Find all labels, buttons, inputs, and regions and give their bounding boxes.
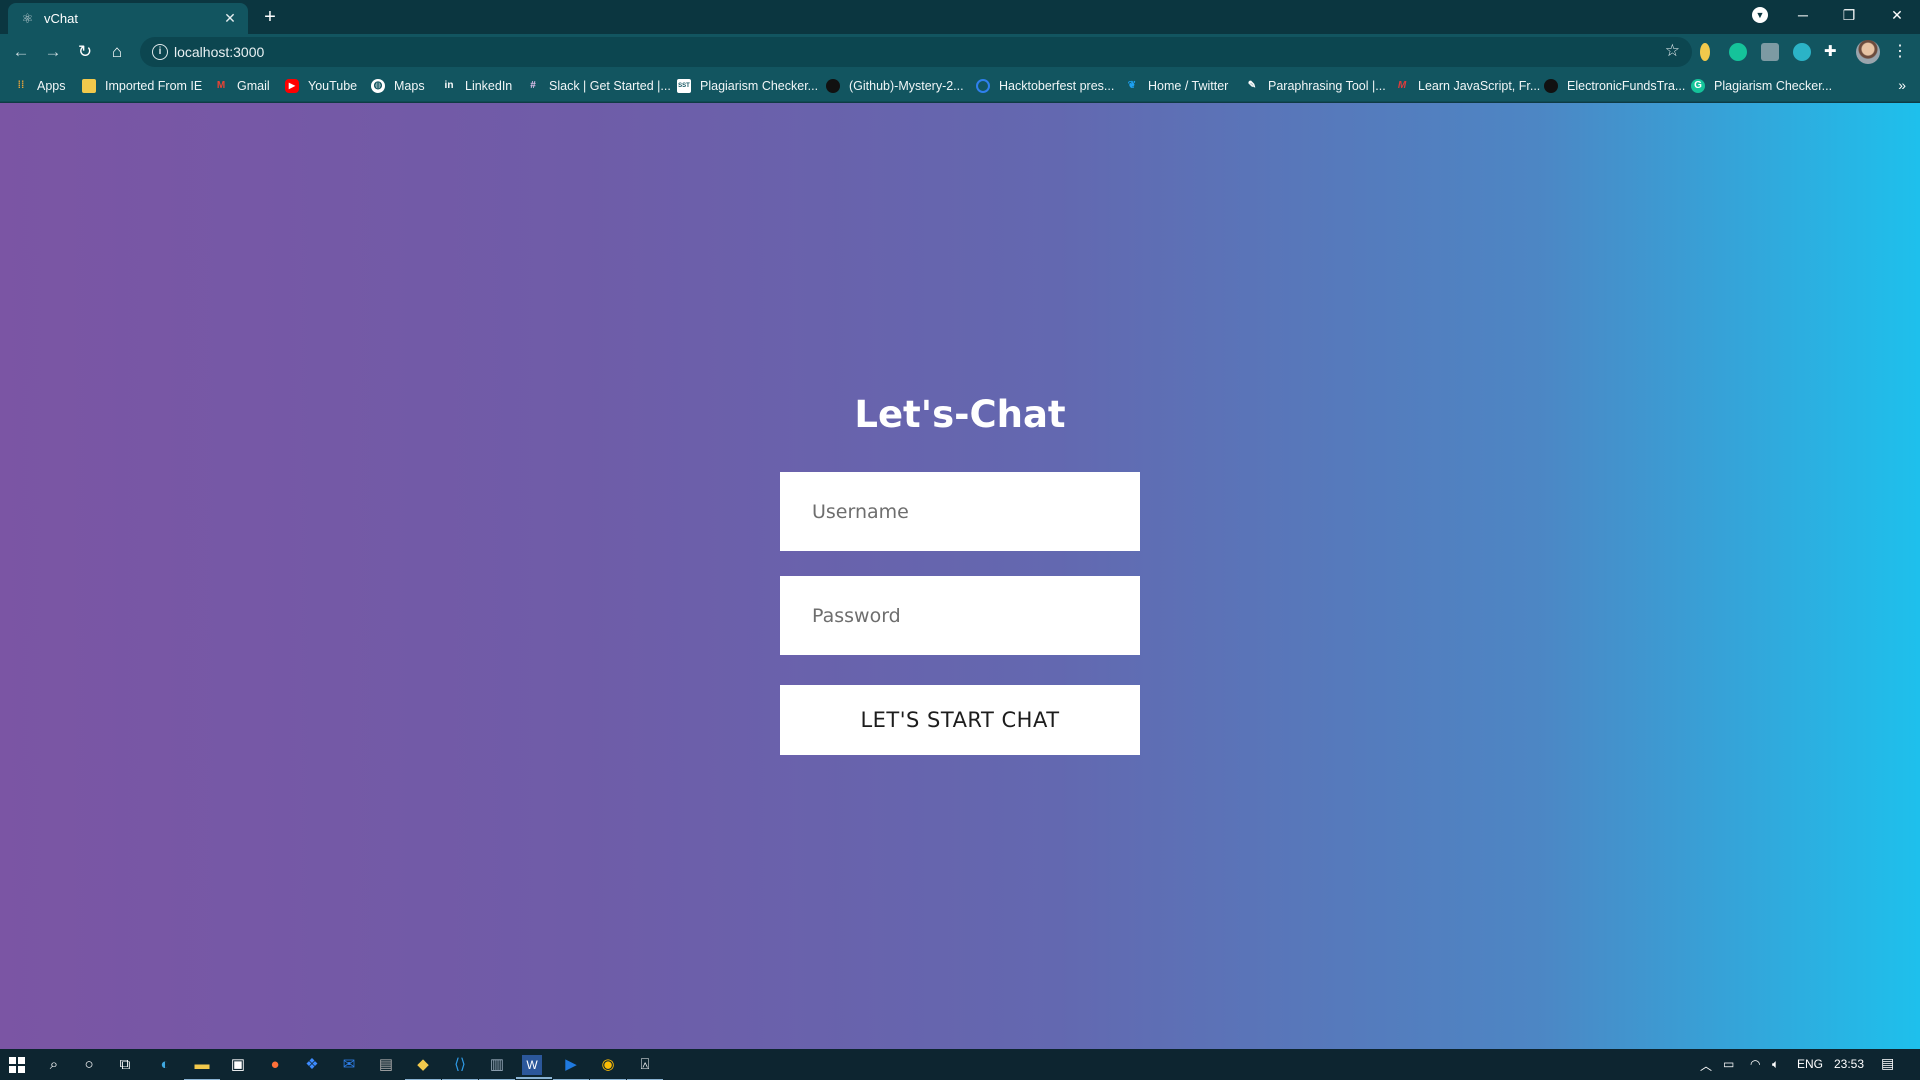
cortana-icon[interactable]: ○ (77, 1053, 101, 1077)
firefox-icon[interactable]: ● (263, 1053, 287, 1077)
tab-strip: ⚛ vChat ✕ + ▼ ─ ❐ ✕ (0, 0, 1920, 34)
password-input[interactable] (780, 576, 1140, 655)
windows-taskbar: ⌕ ○ ⧉ ◐ ▬ ▣ ● ❖ ✉ ▤ ◆ ⟨⟩ ▥ W ▶ ◉ ⍓ ︿ ▭ ◠… (0, 1049, 1920, 1080)
back-arrow-icon[interactable]: ← (9, 40, 33, 64)
new-tab-button[interactable]: + (258, 5, 282, 29)
bookmark-item[interactable]: ❦ Home / Twitter (1125, 70, 1229, 102)
apps-grid-icon: ⁞⁞ (17, 80, 25, 91)
notepad-icon[interactable]: ▥ (479, 1053, 515, 1080)
bookmark-star-icon[interactable]: ☆ (1665, 41, 1680, 61)
address-bar[interactable]: i localhost:3000 ☆ (140, 37, 1692, 67)
bookmark-item[interactable]: (Github)-Mystery-2... (826, 70, 964, 102)
bookmark-item[interactable]: ▶ YouTube (285, 70, 357, 102)
codecademy-icon: M (1397, 80, 1407, 91)
browser-toolbar: ← → ↻ ⌂ i localhost:3000 ☆ ✚ ⋮ (0, 34, 1920, 70)
word-icon[interactable]: W (516, 1055, 552, 1079)
gmail-icon: M (216, 80, 226, 91)
tray-overflow-icon[interactable]: ︿ (1700, 1057, 1712, 1074)
username-input[interactable] (780, 472, 1140, 551)
close-window-button[interactable]: ✕ (1874, 0, 1920, 30)
hacktoberfest-icon (976, 79, 990, 93)
extension-icon-2[interactable] (1793, 43, 1811, 61)
dropbox-icon[interactable]: ❖ (300, 1053, 324, 1077)
tab-search-icon[interactable]: ▼ (1752, 7, 1768, 23)
folder-icon (82, 79, 96, 93)
bookmark-item[interactable]: SST Plagiarism Checker... (677, 70, 818, 102)
app-icon[interactable]: ⍓ (627, 1053, 663, 1080)
reload-icon[interactable]: ↻ (73, 40, 97, 64)
wifi-icon[interactable]: ◠ (1750, 1057, 1760, 1071)
bookmark-item[interactable]: Hacktoberfest pres... (976, 70, 1114, 102)
bookmark-item[interactable]: M Learn JavaScript, Fr... (1395, 70, 1540, 102)
menu-kebab-icon[interactable]: ⋮ (1892, 42, 1908, 62)
grammarly-extension-icon[interactable] (1729, 43, 1747, 61)
tab-title: vChat (44, 11, 78, 26)
volume-icon[interactable]: 🔈︎ (1772, 1057, 1779, 1072)
bookmarks-bar: ⁞⁞ Apps Imported From IE M Gmail ▶ YouTube … (0, 70, 1920, 102)
bookmark-item[interactable]: # Slack | Get Started |... (526, 70, 671, 102)
bookmark-item[interactable]: ✎ Paraphrasing Tool |... (1245, 70, 1386, 102)
store-icon[interactable]: ▣ (226, 1053, 250, 1077)
bookmark-item[interactable]: Imported From IE (82, 70, 202, 102)
globe-icon: ◍ (371, 79, 385, 93)
feather-icon: ✎ (1247, 80, 1257, 91)
react-favicon-icon: ⚛ (21, 11, 34, 26)
bookmark-item[interactable]: ⁞⁞ Apps (14, 70, 66, 102)
home-icon[interactable]: ⌂ (105, 40, 129, 64)
battery-icon[interactable]: ▭ (1723, 1057, 1734, 1071)
task-view-icon[interactable]: ⧉ (113, 1053, 137, 1077)
edge-icon[interactable]: ◐ (153, 1053, 177, 1077)
minimize-button[interactable]: ─ (1780, 0, 1826, 30)
avatar[interactable] (1856, 40, 1880, 64)
extension-icon[interactable] (1700, 43, 1710, 61)
vscode-icon[interactable]: ⟨⟩ (442, 1053, 478, 1080)
copy-extension-icon[interactable] (1761, 43, 1779, 61)
windows-start-icon[interactable] (9, 1057, 25, 1073)
bookmark-item[interactable]: ◍ Maps (371, 70, 425, 102)
twitter-icon: ❦ (1127, 80, 1137, 91)
bookmarks-overflow-icon[interactable]: » (1898, 77, 1906, 93)
github-icon (826, 79, 840, 93)
notifications-icon[interactable]: ▤ (1881, 1055, 1894, 1072)
tab-vchat[interactable]: ⚛ vChat ✕ (8, 3, 248, 34)
epic-games-icon[interactable]: ▤ (374, 1053, 398, 1077)
bookmark-item[interactable]: G Plagiarism Checker... (1691, 70, 1832, 102)
language-indicator[interactable]: ENG (1797, 1057, 1823, 1071)
bookmark-item[interactable]: ElectronicFundsTra... (1544, 70, 1685, 102)
video-editor-icon[interactable]: ▶ (553, 1053, 589, 1080)
start-chat-button[interactable]: LET'S START CHAT (780, 685, 1140, 755)
extensions-puzzle-icon[interactable]: ✚ (1824, 42, 1837, 60)
bookmark-item[interactable]: M Gmail (214, 70, 270, 102)
github-icon (1544, 79, 1558, 93)
restore-button[interactable]: ❐ (1826, 0, 1872, 30)
login-page: Let's-Chat LET'S START CHAT (0, 103, 1920, 1049)
git-icon[interactable]: ◆ (405, 1053, 441, 1080)
file-explorer-icon[interactable]: ▬ (184, 1053, 220, 1080)
chrome-icon[interactable]: ◉ (590, 1053, 626, 1080)
tab-close-icon[interactable]: ✕ (222, 10, 238, 26)
page-title: Let's-Chat (854, 393, 1066, 436)
youtube-icon: ▶ (285, 79, 299, 93)
sst-icon: SST (677, 79, 691, 93)
linkedin-icon: in (444, 80, 454, 91)
clock[interactable]: 23:53 (1834, 1057, 1864, 1071)
site-info-icon[interactable]: i (152, 44, 168, 60)
search-icon[interactable]: ⌕ (42, 1053, 66, 1077)
bookmark-item[interactable]: in LinkedIn (442, 70, 513, 102)
mail-icon[interactable]: ✉ (337, 1053, 361, 1077)
grammarly-icon: G (1691, 79, 1705, 93)
slack-icon: # (530, 80, 536, 91)
forward-arrow-icon[interactable]: → (41, 40, 65, 64)
url-text: localhost:3000 (174, 44, 265, 60)
